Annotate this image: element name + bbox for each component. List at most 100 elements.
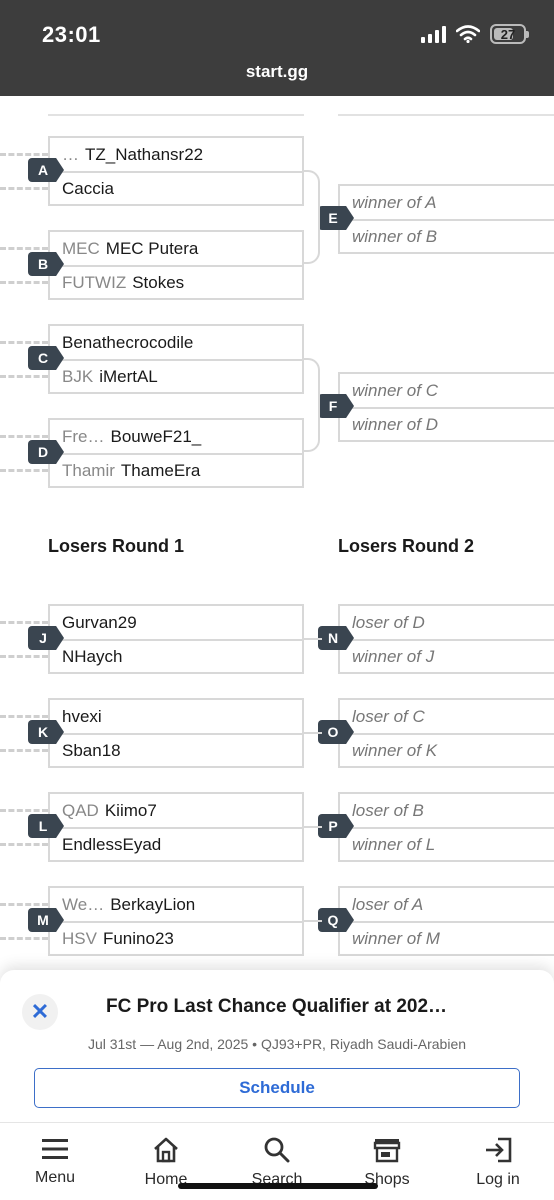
match-d[interactable]: Fre… BouweF21_ Thamir ThameEra [48,418,304,488]
pending-slot[interactable]: loser of D [340,606,554,639]
match-c[interactable]: Benathecrocodile BJK iMertAL [48,324,304,394]
player-name: BouweF21_ [110,426,202,446]
player-slot[interactable]: Gurvan29 [50,606,302,639]
player-name: Benathecrocodile [62,332,194,352]
nav-menu-label: Menu [34,1169,76,1186]
home-icon [154,1137,178,1163]
pending-slot[interactable]: loser of C [340,700,554,733]
placeholder-text: winner of K [352,740,438,760]
match-l[interactable]: QAD Kiimo7 EndlessEyad [48,792,304,862]
player-slot[interactable]: … TZ_Nathansr22 [50,138,302,171]
placeholder-text: loser of A [352,894,424,914]
match-b[interactable]: MEC MEC Putera FUTWIZ Stokes [48,230,304,300]
player-prefix: We… [62,894,105,914]
player-slot[interactable]: Thamir ThameEra [50,453,302,486]
incoming-line [0,247,48,250]
match-k[interactable]: hvexi Sban18 [48,698,304,768]
match-j[interactable]: Gurvan29 NHaych [48,604,304,674]
player-name: Caccia [62,178,114,198]
top-edge-line [48,114,304,116]
player-slot[interactable]: FUTWIZ Stokes [50,265,302,298]
pending-slot[interactable]: winner of L [340,827,554,860]
pending-slot[interactable]: winner of D [340,407,554,440]
match-o[interactable]: loser of C winner of K [338,698,554,768]
close-button[interactable]: ✕ [22,994,58,1030]
placeholder-text: winner of J [352,646,435,666]
player-name: BerkayLion [110,894,196,914]
login-icon [486,1137,512,1163]
player-slot[interactable]: Benathecrocodile [50,326,302,359]
player-slot[interactable]: NHaych [50,639,302,672]
player-slot[interactable]: We… BerkayLion [50,888,302,921]
browser-chrome: 23:01 27 start.gg [0,0,554,96]
player-slot[interactable]: Fre… BouweF21_ [50,420,302,453]
incoming-line [0,655,48,658]
match-f[interactable]: winner of C winner of D [338,372,554,442]
placeholder-text: winner of C [352,380,438,400]
player-prefix: FUTWIZ [62,272,127,292]
match-n[interactable]: loser of D winner of J [338,604,554,674]
player-slot[interactable]: EndlessEyad [50,827,302,860]
placeholder-text: loser of C [352,706,425,726]
url-bar[interactable]: start.gg [0,62,554,82]
incoming-line [0,937,48,940]
placeholder-text: winner of M [352,928,440,948]
player-name: Gurvan29 [62,612,137,632]
player-name: MEC Putera [105,238,199,258]
pending-slot[interactable]: winner of J [340,639,554,672]
losers-round-1-title: Losers Round 1 [48,536,185,556]
bracket-connector [304,170,320,264]
nav-login-label: Log in [476,1171,520,1188]
player-slot[interactable]: HSV Funino23 [50,921,302,954]
pending-slot[interactable]: winner of A [340,186,554,219]
incoming-line [0,435,48,438]
nav-login[interactable]: Log in [453,1137,543,1189]
event-title: FC Pro Last Chance Qualifier at 202… [106,996,448,1017]
search-icon [264,1137,290,1163]
incoming-line [0,749,48,752]
pending-slot[interactable]: winner of K [340,733,554,766]
player-name: EndlessEyad [62,834,162,854]
nav-shops[interactable]: Shops [342,1137,432,1189]
nav-home[interactable]: Home [121,1137,211,1189]
match-e[interactable]: winner of A winner of B [338,184,554,254]
menu-icon [42,1139,68,1159]
player-slot[interactable]: QAD Kiimo7 [50,794,302,827]
player-slot[interactable]: MEC MEC Putera [50,232,302,265]
schedule-button[interactable]: Schedule [34,1068,520,1108]
player-name: Stokes [132,272,185,292]
pending-slot[interactable]: winner of M [340,921,554,954]
pending-slot[interactable]: winner of B [340,219,554,252]
match-p[interactable]: loser of B winner of L [338,792,554,862]
player-name: ThameEra [120,460,201,480]
bracket-view[interactable]: … TZ_Nathansr22 Caccia A MEC MEC Putera FUTWIZ… [0,96,554,970]
match-a[interactable]: … TZ_Nathansr22 Caccia [48,136,304,206]
wifi-icon [456,25,480,43]
player-slot[interactable]: BJK iMertAL [50,359,302,392]
pending-slot[interactable]: loser of B [340,794,554,827]
incoming-line [0,621,48,624]
match-m[interactable]: We… BerkayLion HSV Funino23 [48,886,304,956]
player-slot[interactable]: Sban18 [50,733,302,766]
player-name: NHaych [62,646,123,666]
nav-menu[interactable]: Menu [10,1137,100,1187]
incoming-line [0,903,48,906]
player-name: TZ_Nathansr22 [85,144,204,164]
pending-slot[interactable]: winner of C [340,374,554,407]
player-prefix: Thamir [62,460,115,480]
player-slot[interactable]: hvexi [50,700,302,733]
player-prefix: QAD [62,800,99,820]
incoming-line [0,281,48,284]
battery-level: 27 [500,26,516,42]
incoming-line [0,843,48,846]
placeholder-text: loser of B [352,800,424,820]
player-slot[interactable]: Caccia [50,171,302,204]
nav-search[interactable]: Search [232,1137,322,1189]
player-name: Kiimo7 [104,800,157,820]
event-sheet: ✕ FC Pro Last Chance Qualifier at 202… J… [0,970,554,1122]
player-prefix: HSV [62,928,97,948]
pending-slot[interactable]: loser of A [340,888,554,921]
match-q[interactable]: loser of A winner of M [338,886,554,956]
player-prefix: MEC [62,238,100,258]
status-icons: 27 [421,24,529,44]
